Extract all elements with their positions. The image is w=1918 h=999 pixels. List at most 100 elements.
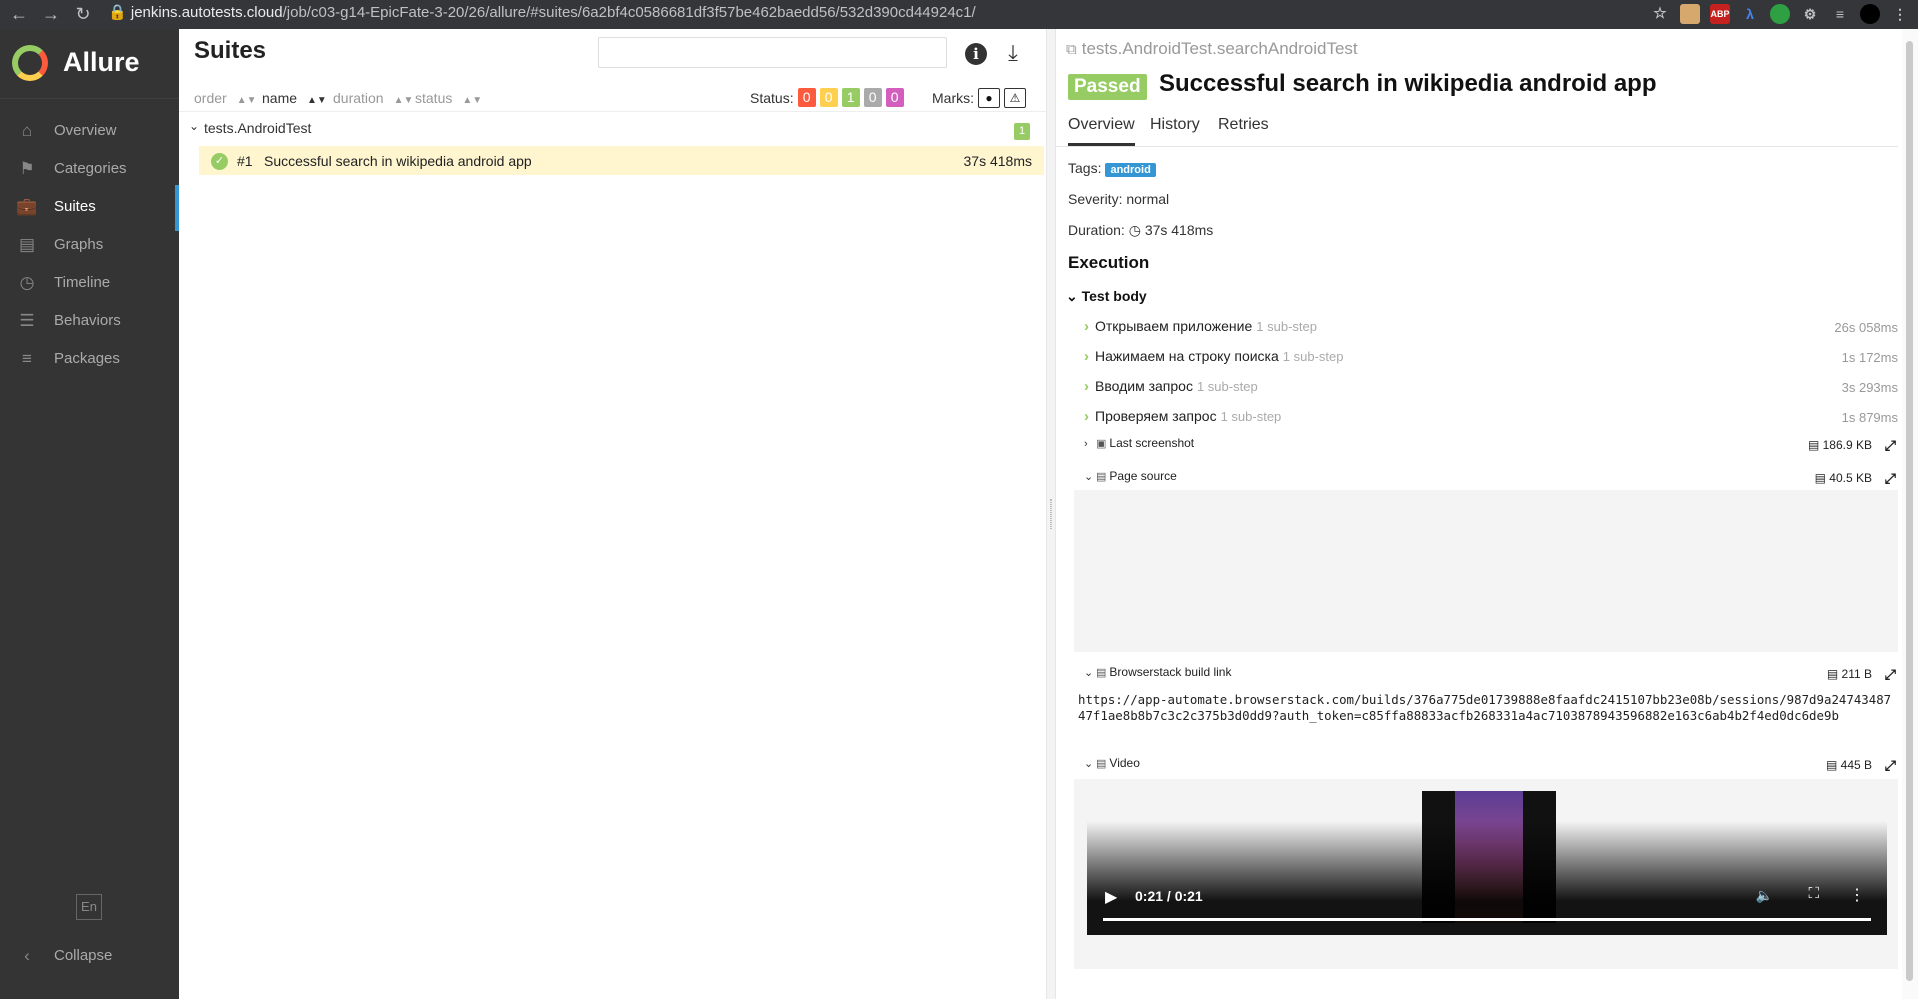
step-name: Открываем приложение [1095, 318, 1253, 334]
extension-avatar-icon[interactable] [1680, 4, 1700, 24]
sidebar-item-label: Suites [54, 198, 96, 215]
sort-order[interactable]: order ▲▼ [194, 90, 256, 106]
step-duration: 3s 293ms [1841, 380, 1898, 395]
step-row[interactable]: › Вводим запрос 1 sub-step 3s 293ms [1084, 378, 1898, 400]
marks-filter: Marks: ● ⚠ [932, 88, 1026, 108]
test-body-toggle[interactable]: ⌄ Test body [1066, 288, 1147, 305]
file-size-icon: ▤ [1826, 667, 1839, 681]
expand-icon[interactable]: ⤢ [1885, 470, 1896, 487]
test-number: #1 [237, 153, 253, 169]
attachment-row[interactable]: › ▣ Last screenshot ▤ 186.9 KB ⤢ [1084, 436, 1898, 458]
attachment-size: ▤ 186.9 KB [1808, 438, 1872, 452]
attachment-name: Browserstack build link [1109, 665, 1232, 679]
warning-icon[interactable]: ⚠ [1004, 88, 1026, 108]
expand-icon[interactable]: ⤢ [1885, 437, 1896, 454]
sidebar-item-label: Graphs [54, 236, 104, 253]
duration-label: Duration: [1068, 222, 1125, 238]
attachment-row[interactable]: ⌄ ▤ Video ▤ 445 B ⤢ [1084, 756, 1898, 778]
lock-icon: 🔒 [108, 4, 127, 21]
text-file-icon: ▤ [1096, 667, 1107, 679]
attachment-row[interactable]: ⌄ ▤ Page source ▤ 40.5 KB ⤢ [1084, 469, 1898, 491]
step-name: Проверяем запрос [1095, 408, 1217, 424]
video-player[interactable]: ▶ 0:21 / 0:21 🔈 ⛶ ⋮ [1087, 779, 1887, 935]
collapse-button[interactable]: ‹ Collapse [0, 934, 179, 974]
bar-chart-icon: ▤ [18, 235, 36, 254]
volume-icon[interactable]: 🔈 [1756, 887, 1773, 904]
forward-icon[interactable]: → [40, 3, 62, 25]
info-icon[interactable]: i [965, 43, 987, 65]
sort-duration-label: duration [333, 90, 384, 106]
reading-list-icon[interactable]: ≡ [1830, 4, 1850, 24]
play-icon[interactable]: ▶ [1105, 887, 1117, 907]
status-broken-toggle[interactable]: 0 [819, 88, 838, 107]
splitter-grip [1050, 499, 1052, 529]
clock-icon: ◷ [1128, 222, 1141, 238]
build-link-text[interactable]: https://app-automate.browserstack.com/bu… [1078, 692, 1898, 724]
address-bar[interactable]: 🔒 jenkins.autotests.cloud/job/c03-g14-Ep… [108, 1, 1638, 25]
star-icon[interactable]: ☆ [1650, 4, 1670, 24]
copy-icon[interactable]: ⧉ [1066, 41, 1077, 58]
sidebar-item-label: Packages [54, 350, 120, 367]
profile-avatar-icon[interactable] [1860, 4, 1880, 24]
tab-overview[interactable]: Overview [1068, 116, 1135, 146]
status-unknown-toggle[interactable]: 0 [885, 88, 904, 107]
translate-icon[interactable]: λ [1740, 4, 1760, 24]
duration-value: 37s 418ms [1144, 222, 1214, 238]
file-size-icon: ▤ [1807, 438, 1820, 452]
status-skipped-toggle[interactable]: 0 [863, 88, 882, 107]
more-options-icon[interactable]: ⋮ [1849, 885, 1865, 905]
chevron-down-icon: ⌄ [1066, 288, 1078, 304]
table-row[interactable]: ✓ #1 Successful search in wikipedia andr… [199, 146, 1044, 175]
back-icon[interactable]: ← [8, 3, 30, 25]
sort-duration[interactable]: duration ▲▼ [333, 90, 413, 106]
scrollbar-thumb[interactable] [1906, 41, 1913, 981]
sort-status[interactable]: status ▲▼ [415, 90, 482, 106]
step-duration: 1s 879ms [1841, 410, 1898, 425]
step-row[interactable]: › Нажимаем на строку поиска 1 sub-step 1s … [1084, 348, 1898, 370]
evernote-icon[interactable] [1770, 4, 1790, 24]
sort-name[interactable]: name ▲▼ [262, 90, 327, 106]
chevron-right-icon: › [1084, 348, 1089, 365]
step-row[interactable]: › Проверяем запрос 1 sub-step 1s 879ms [1084, 408, 1898, 430]
step-row[interactable]: › Открываем приложение 1 sub-step 26s 058m… [1084, 318, 1898, 340]
briefcase-icon: 💼 [16, 197, 38, 216]
sort-icon: ▲▼ [393, 95, 414, 106]
test-name: Successful search in wikipedia android a… [264, 153, 532, 169]
allure-logo[interactable]: Allure [0, 29, 179, 99]
status-failed-toggle[interactable]: 0 [797, 88, 816, 107]
file-size-icon: ▤ [1814, 471, 1826, 485]
status-badge: Passed [1068, 74, 1147, 100]
expand-icon[interactable]: ⤢ [1885, 666, 1896, 683]
language-switch[interactable]: En [76, 894, 102, 920]
clock-icon: ◷ [19, 273, 35, 292]
puzzle-icon[interactable]: ⚙ [1800, 4, 1820, 24]
page-source-preview[interactable] [1074, 490, 1898, 652]
sidebar-item-label: Categories [54, 160, 127, 177]
tag-badge[interactable]: android [1105, 163, 1156, 177]
status-passed-toggle[interactable]: 1 [841, 88, 860, 107]
menu-dots-icon[interactable]: ⋮ [1890, 4, 1910, 24]
expand-icon[interactable]: ⤢ [1885, 757, 1896, 774]
pane-splitter[interactable] [1046, 29, 1056, 999]
flaky-bomb-icon[interactable]: ● [978, 88, 1000, 108]
sidebar-item-packages[interactable]: ≡ Packages [0, 337, 179, 381]
tab-history[interactable]: History [1150, 116, 1200, 143]
download-icon[interactable]: ⤓ [1001, 41, 1025, 65]
adblock-icon[interactable]: ABP [1710, 4, 1730, 24]
chevron-right-icon: › [1084, 408, 1089, 425]
sort-icon: ▲▼ [462, 95, 483, 106]
chevron-left-icon: ‹ [24, 946, 30, 965]
attachment-row[interactable]: ⌄ ▤ Browserstack build link ▤ 211 B ⤢ [1084, 665, 1898, 687]
video-controls: ▶ 0:21 / 0:21 🔈 ⛶ ⋮ [1087, 821, 1887, 935]
video-progress-bar[interactable] [1103, 918, 1871, 921]
search-input[interactable] [598, 37, 947, 68]
suite-group-row[interactable]: ⌄ tests.AndroidTest 1 [179, 115, 1046, 143]
list-icon: ☰ [19, 311, 35, 330]
reload-icon[interactable]: ↻ [72, 3, 94, 25]
chevron-down-icon: ⌄ [1084, 758, 1094, 770]
attachment-size: ▤ 211 B [1827, 667, 1872, 681]
fullscreen-icon[interactable]: ⛶ [1808, 885, 1819, 902]
scrollbar[interactable] [1902, 29, 1918, 999]
browser-toolbar: ← → ↻ 🔒 jenkins.autotests.cloud/job/c03-… [0, 0, 1918, 29]
tab-retries[interactable]: Retries [1218, 116, 1269, 143]
